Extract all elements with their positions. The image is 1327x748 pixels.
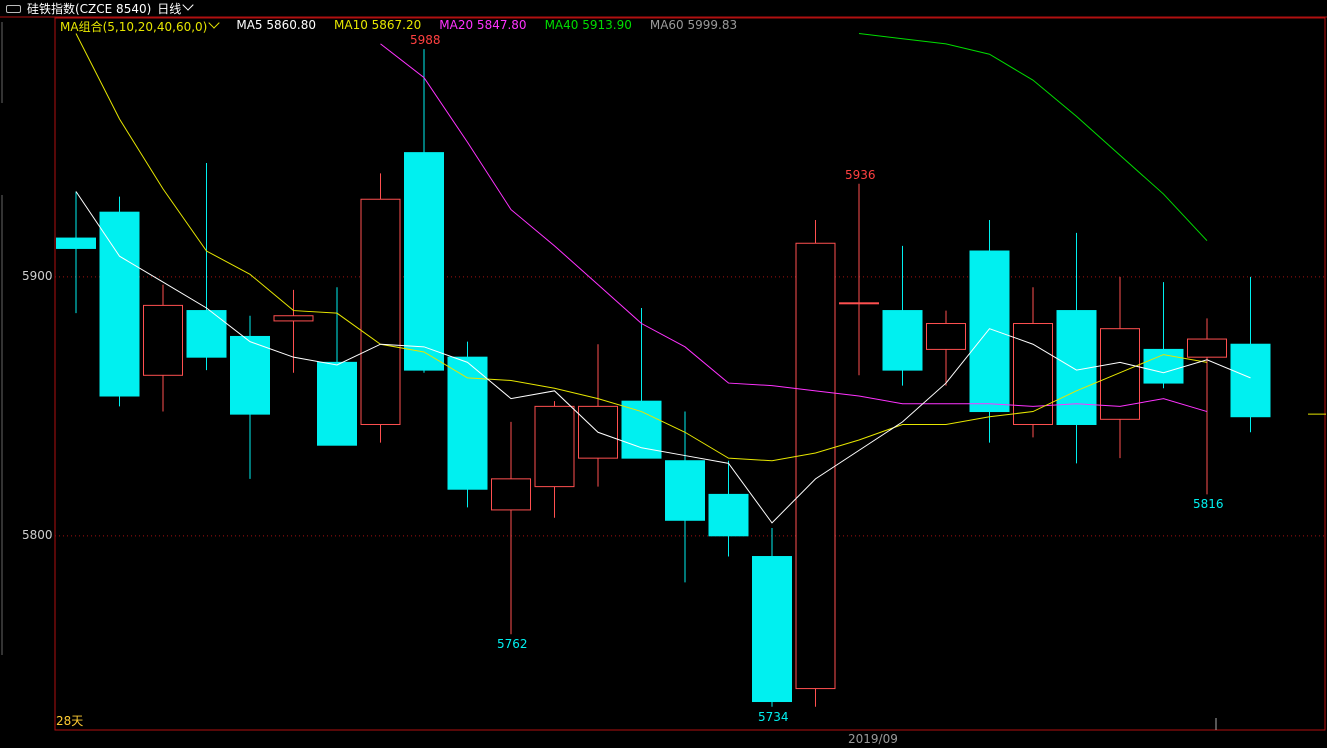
candle-body — [317, 361, 357, 446]
y-tick-label-5800: 5800 — [22, 527, 53, 542]
candle-body — [273, 315, 314, 322]
candle-body — [360, 198, 401, 425]
candle-body — [969, 250, 1010, 413]
candle-body — [882, 310, 923, 371]
candle-body — [491, 478, 531, 511]
candle-body — [665, 460, 705, 521]
x-date-label: 2019/09 — [848, 732, 898, 746]
ma40-line — [858, 33, 1208, 242]
ma-group-selector[interactable]: MA组合(5,10,20,40,60,0) — [60, 17, 221, 35]
candle-body — [534, 405, 575, 488]
candle-body — [752, 556, 792, 703]
candle-body — [926, 323, 966, 350]
candle-body — [230, 335, 270, 415]
legend-ma40: MA40 5913.90 — [544, 18, 632, 32]
ma-legend: MA组合(5,10,20,40,60,0) MA5 5860.80 MA10 5… — [60, 17, 738, 35]
candle-body — [795, 242, 836, 690]
low-annotation: 5762 — [497, 637, 528, 652]
candle-body — [404, 152, 444, 371]
legend-ma10: MA10 5867.20 — [334, 18, 422, 32]
legend-ma20: MA20 5847.80 — [439, 18, 527, 32]
chevron-down-icon — [208, 17, 221, 29]
chart-window: 硅铁指数(CZCE 8540) 日线 MA组合(5,10,20,40,60,0)… — [0, 0, 1327, 748]
candle-body — [1230, 343, 1271, 418]
candle-body — [1187, 338, 1227, 358]
legend-ma60: MA60 5999.83 — [649, 18, 738, 32]
candle-body — [708, 493, 749, 537]
ma-group-label: MA组合(5,10,20,40,60,0) — [60, 20, 208, 34]
candle-body — [621, 400, 662, 459]
high-annotation: 5988 — [410, 33, 441, 48]
candle-body — [447, 356, 488, 490]
candle-body — [143, 304, 183, 376]
candlestick-chart[interactable] — [0, 0, 1327, 748]
candle-body — [99, 211, 140, 397]
candle-body — [186, 310, 227, 358]
candle-body — [839, 302, 879, 305]
low-annotation: 5734 — [758, 709, 789, 724]
days-label: 28天 — [56, 714, 84, 728]
candle-body — [56, 237, 96, 249]
high-annotation: 5936 — [845, 167, 876, 182]
y-tick-label-5900: 5900 — [22, 268, 53, 283]
low-annotation: 5816 — [1193, 497, 1224, 512]
candle-body — [1013, 323, 1053, 425]
legend-ma5: MA5 5860.80 — [236, 18, 316, 32]
